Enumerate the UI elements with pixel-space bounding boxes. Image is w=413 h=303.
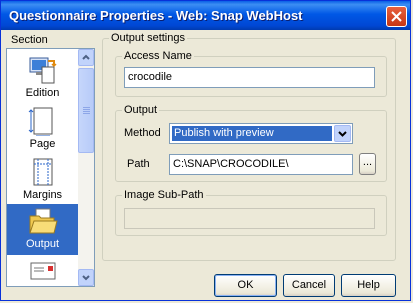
section-label: Section	[11, 34, 48, 46]
chevron-up-icon	[82, 54, 90, 60]
section-item-label: Page	[29, 138, 56, 150]
chevron-down-icon	[338, 131, 347, 137]
section-item-label: Edition	[25, 87, 60, 99]
close-icon	[391, 11, 402, 22]
section-item-label: Output	[25, 238, 60, 250]
method-selected-value: Publish with preview	[172, 126, 332, 141]
image-sub-path-legend: Image Sub-Path	[124, 189, 204, 201]
section-item-page[interactable]: Page	[7, 104, 78, 155]
section-item-output[interactable]: Output	[7, 204, 78, 255]
title-bar[interactable]: Questionnaire Properties - Web: Snap Web…	[1, 1, 410, 30]
image-sub-path-input[interactable]	[124, 208, 375, 229]
section-item-label: Margins	[22, 189, 63, 201]
chevron-down-icon	[82, 275, 90, 281]
margins-icon	[33, 158, 53, 186]
folder-icon	[29, 208, 58, 234]
help-button[interactable]: Help	[341, 274, 396, 297]
section-item-margins[interactable]: Margins	[7, 155, 78, 206]
ok-button[interactable]: OK	[214, 274, 277, 297]
method-label: Method	[124, 127, 161, 139]
scroll-down-button[interactable]	[78, 269, 94, 286]
output-settings-legend: Output settings	[111, 32, 185, 44]
path-label: Path	[127, 158, 150, 170]
browse-button[interactable]: ...	[359, 153, 376, 175]
close-button[interactable]	[386, 6, 407, 27]
edition-icon	[29, 57, 57, 84]
access-name-input[interactable]: crocodile	[124, 67, 375, 88]
section-item-mail[interactable]	[7, 257, 78, 286]
scroll-up-button[interactable]	[78, 49, 94, 66]
output-legend: Output	[124, 104, 158, 116]
method-select[interactable]: Publish with preview	[169, 123, 353, 144]
path-input[interactable]: C:\SNAP\CROCODILE\	[169, 154, 353, 175]
dialog-window: Questionnaire Properties - Web: Snap Web…	[0, 0, 411, 301]
dropdown-arrow-button[interactable]	[334, 125, 351, 142]
window-title: Questionnaire Properties - Web: Snap Web…	[9, 8, 303, 23]
scroll-thumb[interactable]	[78, 68, 94, 153]
cancel-button[interactable]: Cancel	[283, 274, 335, 297]
envelope-icon	[30, 262, 56, 280]
access-name-legend: Access Name	[124, 50, 192, 62]
section-item-edition[interactable]: Edition	[7, 53, 78, 104]
section-list[interactable]: Edition Page Margins Output	[6, 48, 95, 287]
section-scrollbar[interactable]	[78, 49, 94, 286]
page-icon	[28, 107, 53, 136]
